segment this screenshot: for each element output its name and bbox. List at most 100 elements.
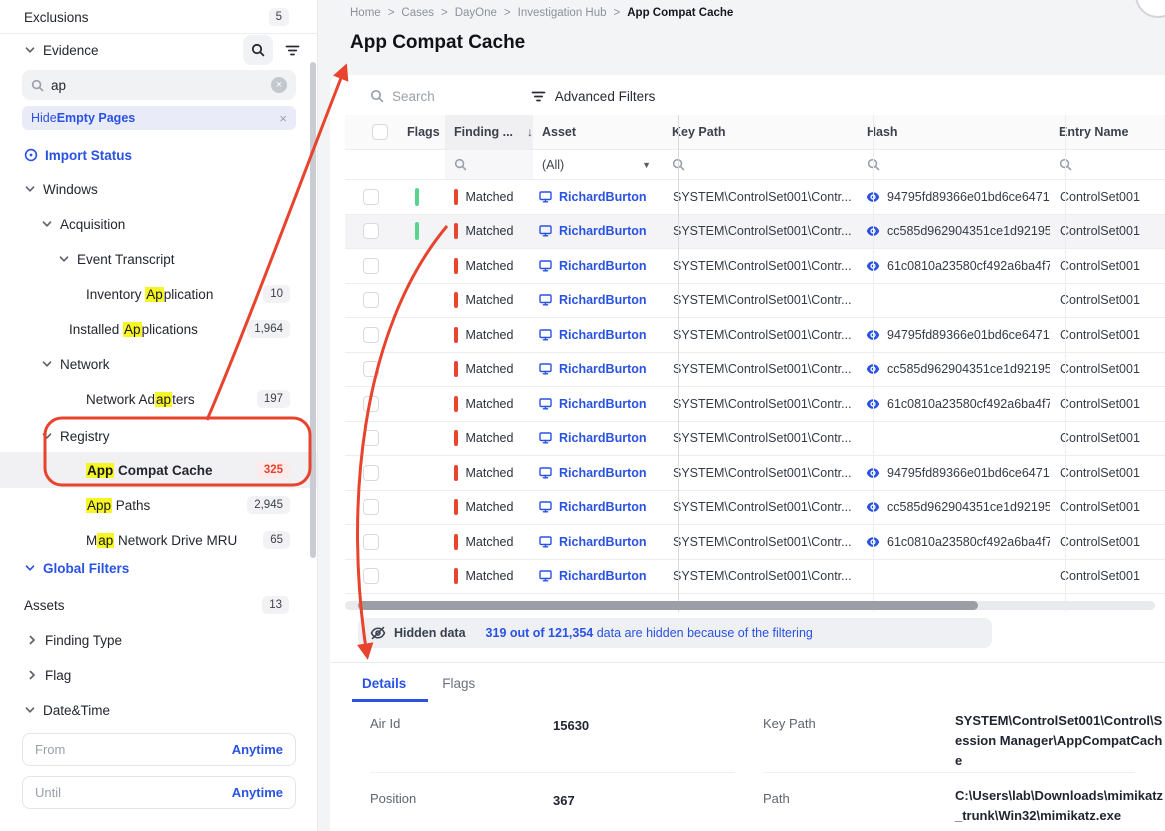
sidebar-item-import-status[interactable]: Import Status [0,144,317,166]
table-row[interactable]: Matched RichardBurton SYSTEM\ControlSet0… [345,284,1165,319]
table-row[interactable]: Matched RichardBurton SYSTEM\ControlSet0… [345,249,1165,284]
chevron-down-icon [58,253,70,265]
sidebar-item-acquisition[interactable]: Acquisition [0,213,318,235]
evidence-search-button[interactable] [243,35,273,65]
finding-filter-input[interactable] [445,150,533,179]
column-header-flags[interactable]: Flags [398,115,445,149]
sidebar-item-event-transcript[interactable]: Event Transcript [0,248,318,270]
sidebar-item-datetime[interactable]: Date&Time [0,699,317,721]
sidebar-scrollbar[interactable] [310,62,316,558]
sidebar-item-network-adapters[interactable]: Network Adapters 197 [0,388,318,410]
asset-link[interactable]: RichardBurton [559,362,647,376]
evidence-filter-button[interactable] [277,35,307,65]
tab-details[interactable]: Details [362,676,406,691]
asset-link[interactable]: RichardBurton [559,190,647,204]
asset-link[interactable]: RichardBurton [559,397,647,411]
row-checkbox[interactable] [363,465,379,481]
hide-empty-pages-chip[interactable]: Hide Empty Pages × [22,106,296,130]
sidebar-item-app-paths[interactable]: App Paths 2,945 [0,494,318,516]
column-header-finding[interactable]: Finding ... ↓ [445,115,533,149]
asset-link[interactable]: RichardBurton [559,293,647,307]
table-search-input[interactable]: Search [370,89,435,104]
horizontal-scrollbar-thumb[interactable] [358,601,978,610]
table-row[interactable]: Matched RichardBurton SYSTEM\ControlSet0… [345,353,1165,388]
count-badge: 1,964 [247,320,290,338]
close-icon[interactable]: × [279,111,287,126]
breadcrumb-current: App Compat Cache [627,7,733,19]
monitor-icon [539,294,552,306]
sidebar-item-map-network-drive-mru[interactable]: Map Network Drive MRU 65 [0,529,318,551]
column-header-key-path[interactable]: Key Path [663,115,858,149]
sidebar-item-network[interactable]: Network [0,353,318,375]
hash-filter-input[interactable] [858,150,1050,179]
row-checkbox[interactable] [363,223,379,239]
entry-name-filter-input[interactable] [1050,150,1165,179]
breadcrumb-home[interactable]: Home [350,7,381,19]
row-checkbox[interactable] [363,189,379,205]
monitor-icon [539,570,552,582]
sidebar-search-input[interactable]: ap × [22,70,296,100]
tab-flags[interactable]: Flags [442,676,475,691]
breadcrumb-dayone[interactable]: DayOne [455,7,497,19]
hash-value: 94795fd89366e01bd6ce6471ff2 [887,190,1050,204]
breadcrumb-investigation-hub[interactable]: Investigation Hub [518,7,607,19]
key-path-filter-input[interactable] [663,150,858,179]
asset-link[interactable]: RichardBurton [559,466,647,480]
column-header-entry-name[interactable]: Entry Name [1050,115,1165,149]
asset-link[interactable]: RichardBurton [559,259,647,273]
row-checkbox[interactable] [363,327,379,343]
row-checkbox[interactable] [363,499,379,515]
table-row[interactable]: Matched RichardBurton SYSTEM\ControlSet0… [345,215,1165,250]
row-checkbox[interactable] [363,568,379,584]
sidebar-item-app-compat-cache[interactable]: App Compat Cache 325 [0,459,318,481]
clear-search-icon[interactable]: × [271,77,287,93]
sidebar-item-registry[interactable]: Registry [0,425,318,447]
horizontal-scrollbar[interactable] [345,601,1155,610]
row-checkbox[interactable] [363,258,379,274]
from-value[interactable]: Anytime [232,742,283,757]
table-row[interactable]: Matched RichardBurton SYSTEM\ControlSet0… [345,422,1165,457]
breadcrumb-cases[interactable]: Cases [401,7,434,19]
sidebar-section-evidence[interactable]: Evidence [0,34,317,66]
column-header-asset[interactable]: Asset [533,115,663,149]
asset-link[interactable]: RichardBurton [559,224,647,238]
asset-link[interactable]: RichardBurton [559,500,647,514]
count-badge: 65 [263,531,290,549]
until-value[interactable]: Anytime [232,785,283,800]
table-row[interactable]: Matched RichardBurton SYSTEM\ControlSet0… [345,180,1165,215]
row-checkbox[interactable] [363,430,379,446]
table-row[interactable]: Matched RichardBurton SYSTEM\ControlSet0… [345,456,1165,491]
entry-name-value: ControlSet001 [1050,215,1165,249]
sidebar-item-assets[interactable]: Assets 13 [0,594,317,616]
sidebar-section-global-filters[interactable]: Global Filters [0,557,317,579]
row-checkbox[interactable] [363,534,379,550]
table-row[interactable]: Matched RichardBurton SYSTEM\ControlSet0… [345,387,1165,422]
finding-severity-bar [454,292,458,308]
asset-link[interactable]: RichardBurton [559,569,647,583]
asset-link[interactable]: RichardBurton [559,328,647,342]
asset-link[interactable]: RichardBurton [559,431,647,445]
column-header-hash[interactable]: Hash [858,115,1050,149]
import-status-icon [24,148,38,162]
table-row[interactable]: Matched RichardBurton SYSTEM\ControlSet0… [345,525,1165,560]
select-all-checkbox[interactable] [372,124,388,140]
date-until-input[interactable]: Until Anytime [22,776,296,809]
table-row[interactable]: Matched RichardBurton SYSTEM\ControlSet0… [345,491,1165,526]
sidebar-item-finding-type[interactable]: Finding Type [0,629,317,651]
table-row[interactable]: Matched RichardBurton SYSTEM\ControlSet0… [345,318,1165,353]
row-checkbox[interactable] [363,292,379,308]
sidebar-item-windows[interactable]: Windows [0,178,318,200]
sidebar-item-exclusions[interactable]: Exclusions 5 [0,2,317,32]
advanced-filters-button[interactable]: Advanced Filters [531,89,656,104]
asset-filter-dropdown[interactable]: (All) ▼ [533,150,663,179]
sidebar-item-installed-applications[interactable]: Installed Applications 1,964 [0,318,318,340]
corner-button[interactable] [1135,0,1165,18]
sidebar-item-inventory-application[interactable]: Inventory Application 10 [0,283,318,305]
table-row[interactable]: Matched RichardBurton SYSTEM\ControlSet0… [345,560,1165,595]
sidebar-item-flag[interactable]: Flag [0,664,317,686]
date-from-input[interactable]: From Anytime [22,733,296,766]
monitor-icon [539,501,552,513]
row-checkbox[interactable] [363,396,379,412]
asset-link[interactable]: RichardBurton [559,535,647,549]
row-checkbox[interactable] [363,361,379,377]
